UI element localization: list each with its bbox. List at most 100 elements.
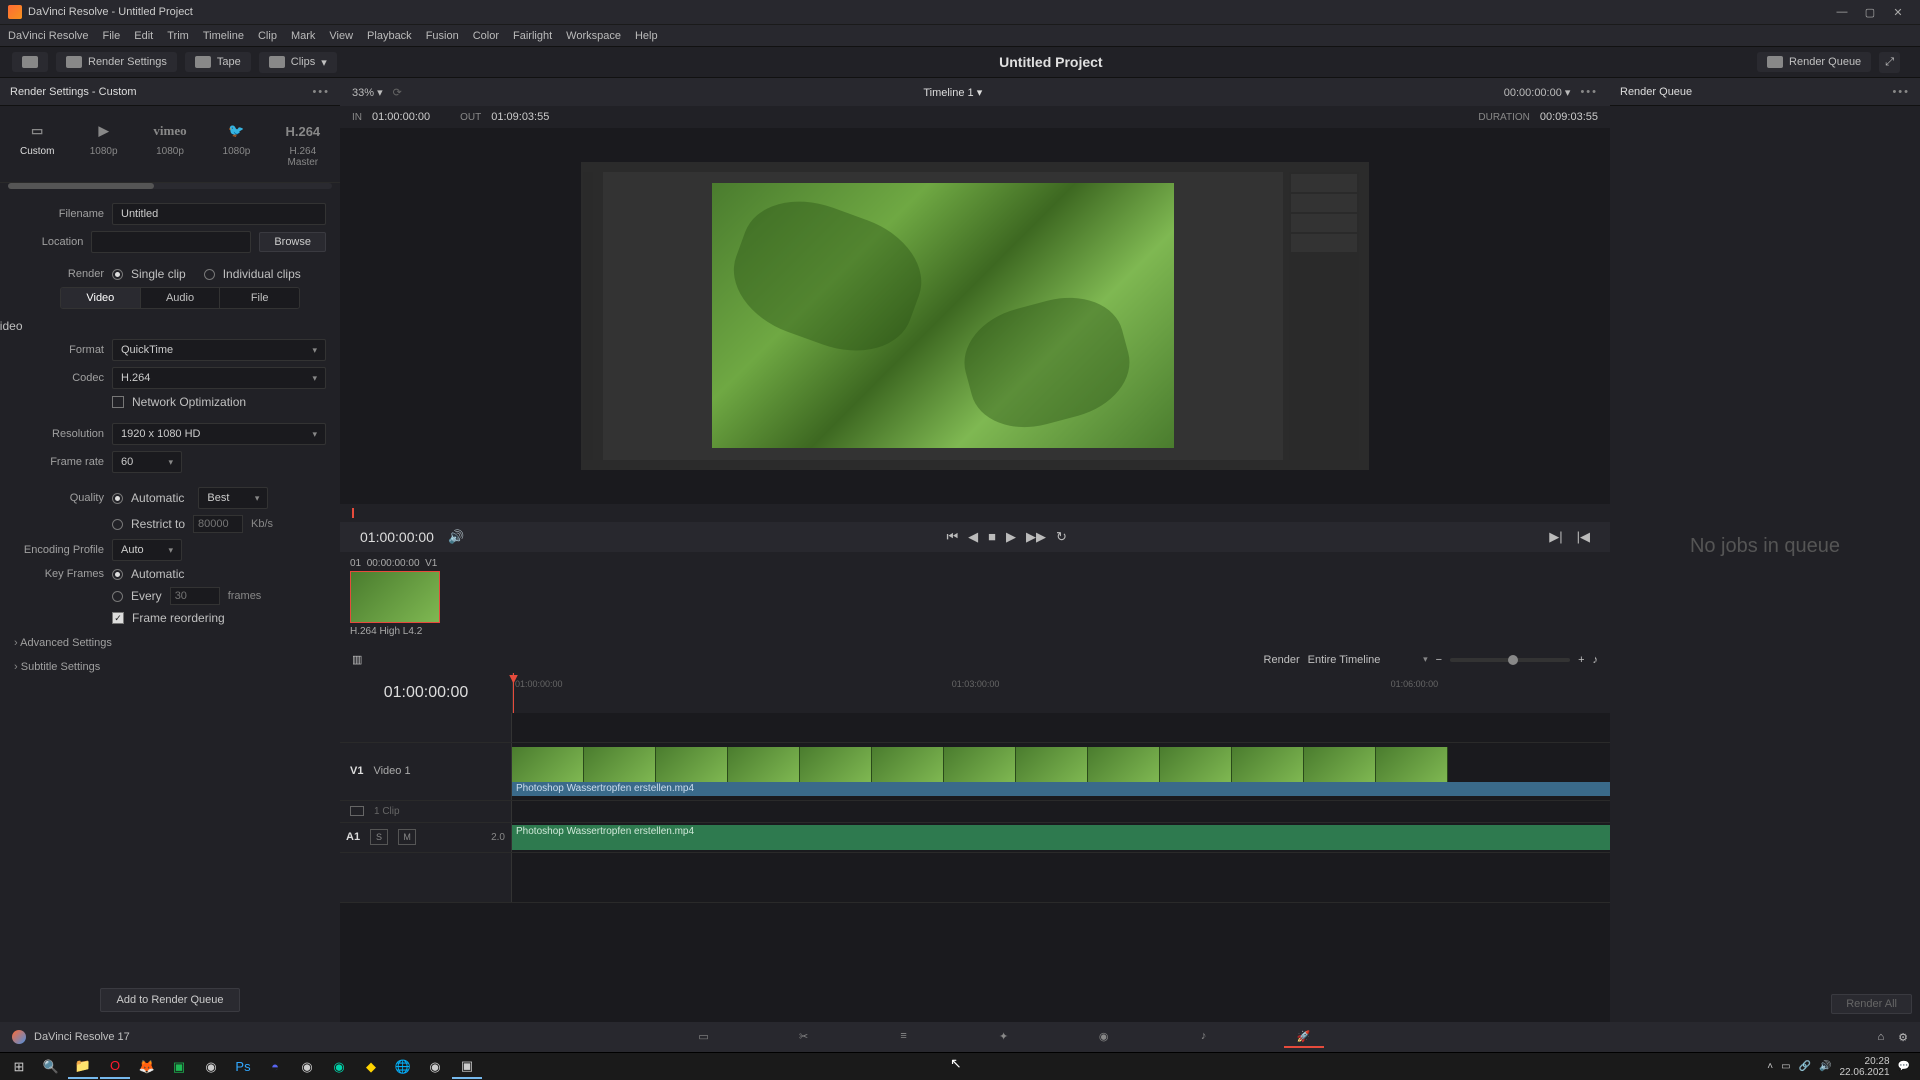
explorer-icon[interactable]: 📁 (68, 1055, 98, 1079)
loop-button[interactable]: ↻ (1056, 529, 1067, 545)
render-settings-button[interactable]: Render Settings (56, 52, 177, 72)
render-all-button[interactable]: Render All (1831, 994, 1912, 1014)
frame-reorder-checkbox[interactable] (112, 612, 124, 624)
clips-button[interactable]: Clips ▾ (259, 52, 337, 73)
maximize-button[interactable]: ▢ (1856, 6, 1884, 19)
edit-page-button[interactable]: ≡ (884, 1026, 924, 1048)
tab-video[interactable]: Video (61, 288, 141, 308)
tab-audio[interactable]: Audio (141, 288, 221, 308)
quality-auto-radio[interactable] (112, 493, 123, 504)
menu-fairlight[interactable]: Fairlight (513, 30, 552, 42)
menu-clip[interactable]: Clip (258, 30, 277, 42)
playhead[interactable] (513, 673, 514, 713)
app-icon-1[interactable]: ▣ (164, 1055, 194, 1079)
video-clip[interactable]: Photoshop Wassertropfen erstellen.mp4 (512, 747, 1610, 796)
workspace-layout-button[interactable] (12, 52, 48, 72)
zoom-dropdown[interactable]: 33% ▾ (352, 86, 383, 99)
menu-view[interactable]: View (329, 30, 353, 42)
location-input[interactable] (91, 231, 251, 253)
viewer-tc[interactable]: 00:00:00:00 ▾ (1504, 86, 1571, 99)
viewer[interactable] (340, 128, 1610, 504)
audio-clip[interactable]: Photoshop Wassertropfen erstellen.mp4 (512, 825, 1610, 850)
prev-frame-button[interactable]: ◀ (968, 529, 978, 545)
quality-best-select[interactable]: Best (198, 487, 268, 509)
menu-color[interactable]: Color (473, 30, 499, 42)
menu-playback[interactable]: Playback (367, 30, 412, 42)
next-frame-button[interactable]: ▶▶ (1026, 529, 1046, 545)
tape-button[interactable]: Tape (185, 52, 251, 72)
keyframes-every-radio[interactable] (112, 591, 123, 602)
tray-chevron-icon[interactable]: ˄ (1767, 1061, 1773, 1072)
tray-volume-icon[interactable]: 🔊 (1819, 1061, 1831, 1072)
restrict-input[interactable] (193, 515, 243, 533)
resolution-select[interactable]: 1920 x 1080 HD (112, 423, 326, 445)
go-end-button[interactable]: |◀ (1577, 529, 1590, 545)
advanced-settings-toggle[interactable]: Advanced Settings (14, 631, 326, 655)
transport-timecode[interactable]: 01:00:00:00 (360, 529, 434, 545)
viewer-scrubber[interactable] (340, 504, 1610, 522)
media-page-button[interactable]: ▭ (684, 1026, 724, 1048)
fusion-page-button[interactable]: ✦ (984, 1026, 1024, 1048)
menu-trim[interactable]: Trim (167, 30, 189, 42)
tray-network-icon[interactable]: 🔗 (1799, 1061, 1811, 1072)
preset-youtube[interactable]: ▶1080p (74, 114, 132, 174)
timeline-zoom-slider[interactable] (1450, 658, 1570, 662)
deliver-page-button[interactable]: 🚀 (1284, 1026, 1324, 1048)
render-scope-select[interactable]: Entire Timeline (1308, 654, 1428, 666)
filename-input[interactable] (112, 203, 326, 225)
tray-battery-icon[interactable]: ▭ (1781, 1061, 1790, 1072)
discord-icon[interactable]: ◓ (260, 1055, 290, 1079)
project-settings-button[interactable]: ⚙ (1898, 1031, 1908, 1044)
minimize-button[interactable]: — (1828, 6, 1856, 18)
go-first-button[interactable]: ⏮ (946, 529, 958, 545)
encoding-profile-select[interactable]: Auto (112, 539, 182, 561)
codec-select[interactable]: H.264 (112, 367, 326, 389)
fit-icon[interactable]: ⟳ (393, 86, 402, 99)
format-select[interactable]: QuickTime (112, 339, 326, 361)
menu-help[interactable]: Help (635, 30, 658, 42)
render-queue-button[interactable]: Render Queue (1757, 52, 1871, 72)
start-button[interactable]: ⊞ (4, 1055, 34, 1079)
app-icon-2[interactable]: ◉ (324, 1055, 354, 1079)
out-point[interactable]: 01:09:03:55 (491, 111, 549, 123)
stop-button[interactable]: ■ (988, 529, 996, 545)
zoom-in-button[interactable]: + (1578, 654, 1584, 666)
timeline-ruler[interactable]: 01:00:00:00 01:03:00:00 01:06:00:00 (512, 673, 1610, 713)
clip-thumbnail[interactable]: 01 00:00:00:00 V1 H.264 High L4.2 (350, 558, 446, 641)
search-icon[interactable]: 🔍 (36, 1055, 66, 1079)
resolve-taskbar-icon[interactable]: ▣ (452, 1055, 482, 1079)
viewer-options-icon[interactable]: ••• (1580, 86, 1598, 98)
steam-icon[interactable]: ◉ (292, 1055, 322, 1079)
audio-meter-icon[interactable]: ♪ (1593, 654, 1599, 666)
menu-file[interactable]: File (103, 30, 121, 42)
keyframes-every-input[interactable] (170, 587, 220, 605)
expand-button[interactable]: ⤢ (1879, 52, 1900, 73)
browse-button[interactable]: Browse (259, 232, 326, 252)
timeline-view-icon[interactable]: ▥ (352, 653, 362, 666)
firefox-icon[interactable]: 🦊 (132, 1055, 162, 1079)
preset-h264[interactable]: H.264H.264 Master (274, 114, 332, 174)
cut-page-button[interactable]: ✂ (784, 1026, 824, 1048)
menu-mark[interactable]: Mark (291, 30, 315, 42)
subtitle-settings-toggle[interactable]: Subtitle Settings (14, 655, 326, 679)
obs-icon[interactable]: ◉ (420, 1055, 450, 1079)
color-page-button[interactable]: ◉ (1084, 1026, 1124, 1048)
close-button[interactable]: ✕ (1884, 6, 1912, 19)
go-last-button[interactable]: ▶| (1549, 529, 1562, 545)
network-opt-checkbox[interactable] (112, 396, 124, 408)
menu-workspace[interactable]: Workspace (566, 30, 621, 42)
solo-button[interactable]: S (370, 829, 388, 845)
queue-options-icon[interactable]: ••• (1892, 86, 1910, 98)
restrict-radio[interactable] (112, 519, 123, 530)
menu-davinci[interactable]: DaVinci Resolve (8, 30, 89, 42)
opera-icon[interactable]: O (100, 1055, 130, 1079)
track-auto-select-icon[interactable] (350, 806, 364, 816)
mute-button[interactable]: M (398, 829, 416, 845)
tray-clock[interactable]: 20:28 22.06.2021 (1839, 1056, 1889, 1078)
zoom-out-button[interactable]: − (1436, 654, 1442, 666)
render-individual-radio[interactable] (204, 269, 215, 280)
app-icon-4[interactable]: 🌐 (388, 1055, 418, 1079)
play-button[interactable]: ▶ (1006, 529, 1016, 545)
framerate-select[interactable]: 60 (112, 451, 182, 473)
fairlight-page-button[interactable]: ♪ (1184, 1026, 1224, 1048)
